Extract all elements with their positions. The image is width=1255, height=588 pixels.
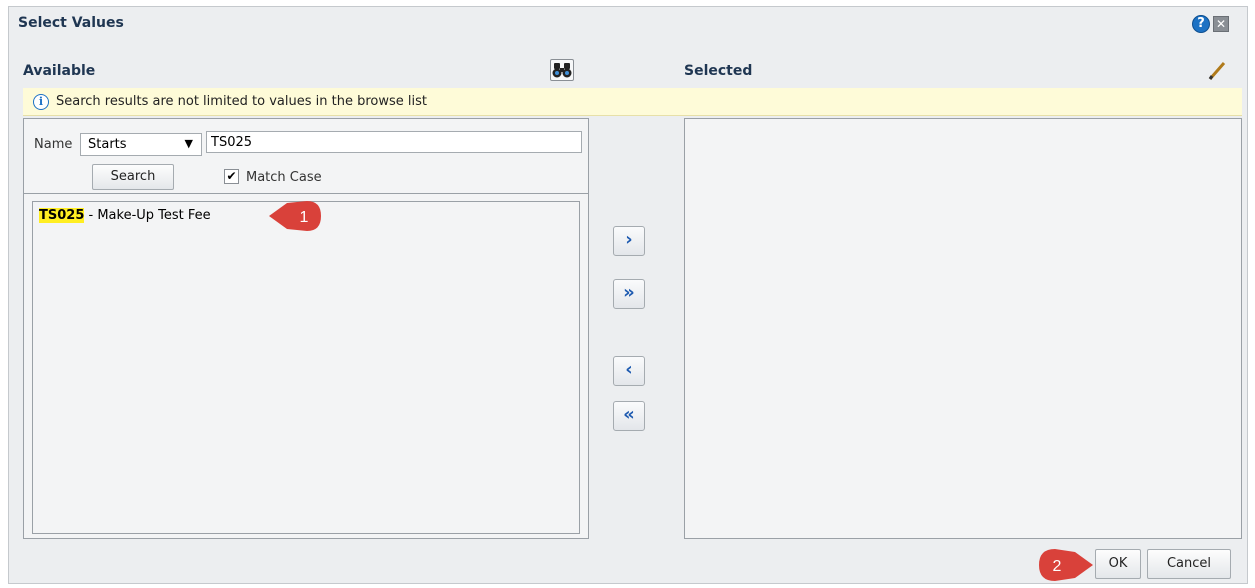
callout-1-label: 1	[300, 209, 309, 226]
callout-badge-2: 2	[1035, 547, 1093, 581]
search-button[interactable]: Search	[92, 164, 174, 190]
available-panel: Name Starts ▼ Search ✔ Match Case TS025 …	[23, 118, 589, 539]
move-right-button[interactable]: ›	[613, 226, 645, 256]
match-case-checkbox[interactable]: ✔	[224, 169, 239, 184]
selected-panel[interactable]	[684, 118, 1242, 539]
operator-value: Starts	[88, 137, 127, 152]
info-icon: i	[33, 94, 49, 110]
search-input[interactable]	[206, 131, 582, 153]
move-all-right-button[interactable]: »	[613, 279, 645, 309]
callout-2-label: 2	[1053, 558, 1062, 575]
move-left-button[interactable]: ‹	[613, 356, 645, 386]
select-values-dialog: Select Values ? ✕ Available Selected i S…	[8, 6, 1248, 584]
search-area: Name Starts ▼ Search ✔ Match Case	[24, 119, 588, 194]
available-label: Available	[23, 63, 96, 79]
list-item[interactable]: TS025 - Make-Up Test Fee	[39, 208, 211, 223]
result-description: - Make-Up Test Fee	[84, 208, 211, 223]
results-list: TS025 - Make-Up Test Fee	[32, 201, 580, 534]
name-label: Name	[34, 137, 73, 152]
dropdown-arrow-icon: ▼	[184, 137, 193, 150]
help-icon[interactable]: ?	[1192, 15, 1210, 33]
match-case-label: Match Case	[246, 170, 322, 185]
operator-select[interactable]: Starts ▼	[80, 133, 202, 156]
result-code: TS025	[39, 208, 85, 223]
callout-badge-1: 1	[267, 199, 321, 233]
info-text: Search results are not limited to values…	[56, 94, 427, 109]
binoculars-icon[interactable]	[550, 59, 574, 81]
selected-label: Selected	[684, 63, 753, 79]
info-banner: i Search results are not limited to valu…	[23, 88, 1242, 116]
pencil-icon[interactable]	[1205, 59, 1229, 83]
cancel-button[interactable]: Cancel	[1147, 549, 1231, 579]
move-all-left-button[interactable]: «	[613, 401, 645, 431]
dialog-title: Select Values	[18, 15, 124, 31]
close-icon[interactable]: ✕	[1213, 16, 1229, 32]
ok-button[interactable]: OK	[1095, 549, 1141, 579]
